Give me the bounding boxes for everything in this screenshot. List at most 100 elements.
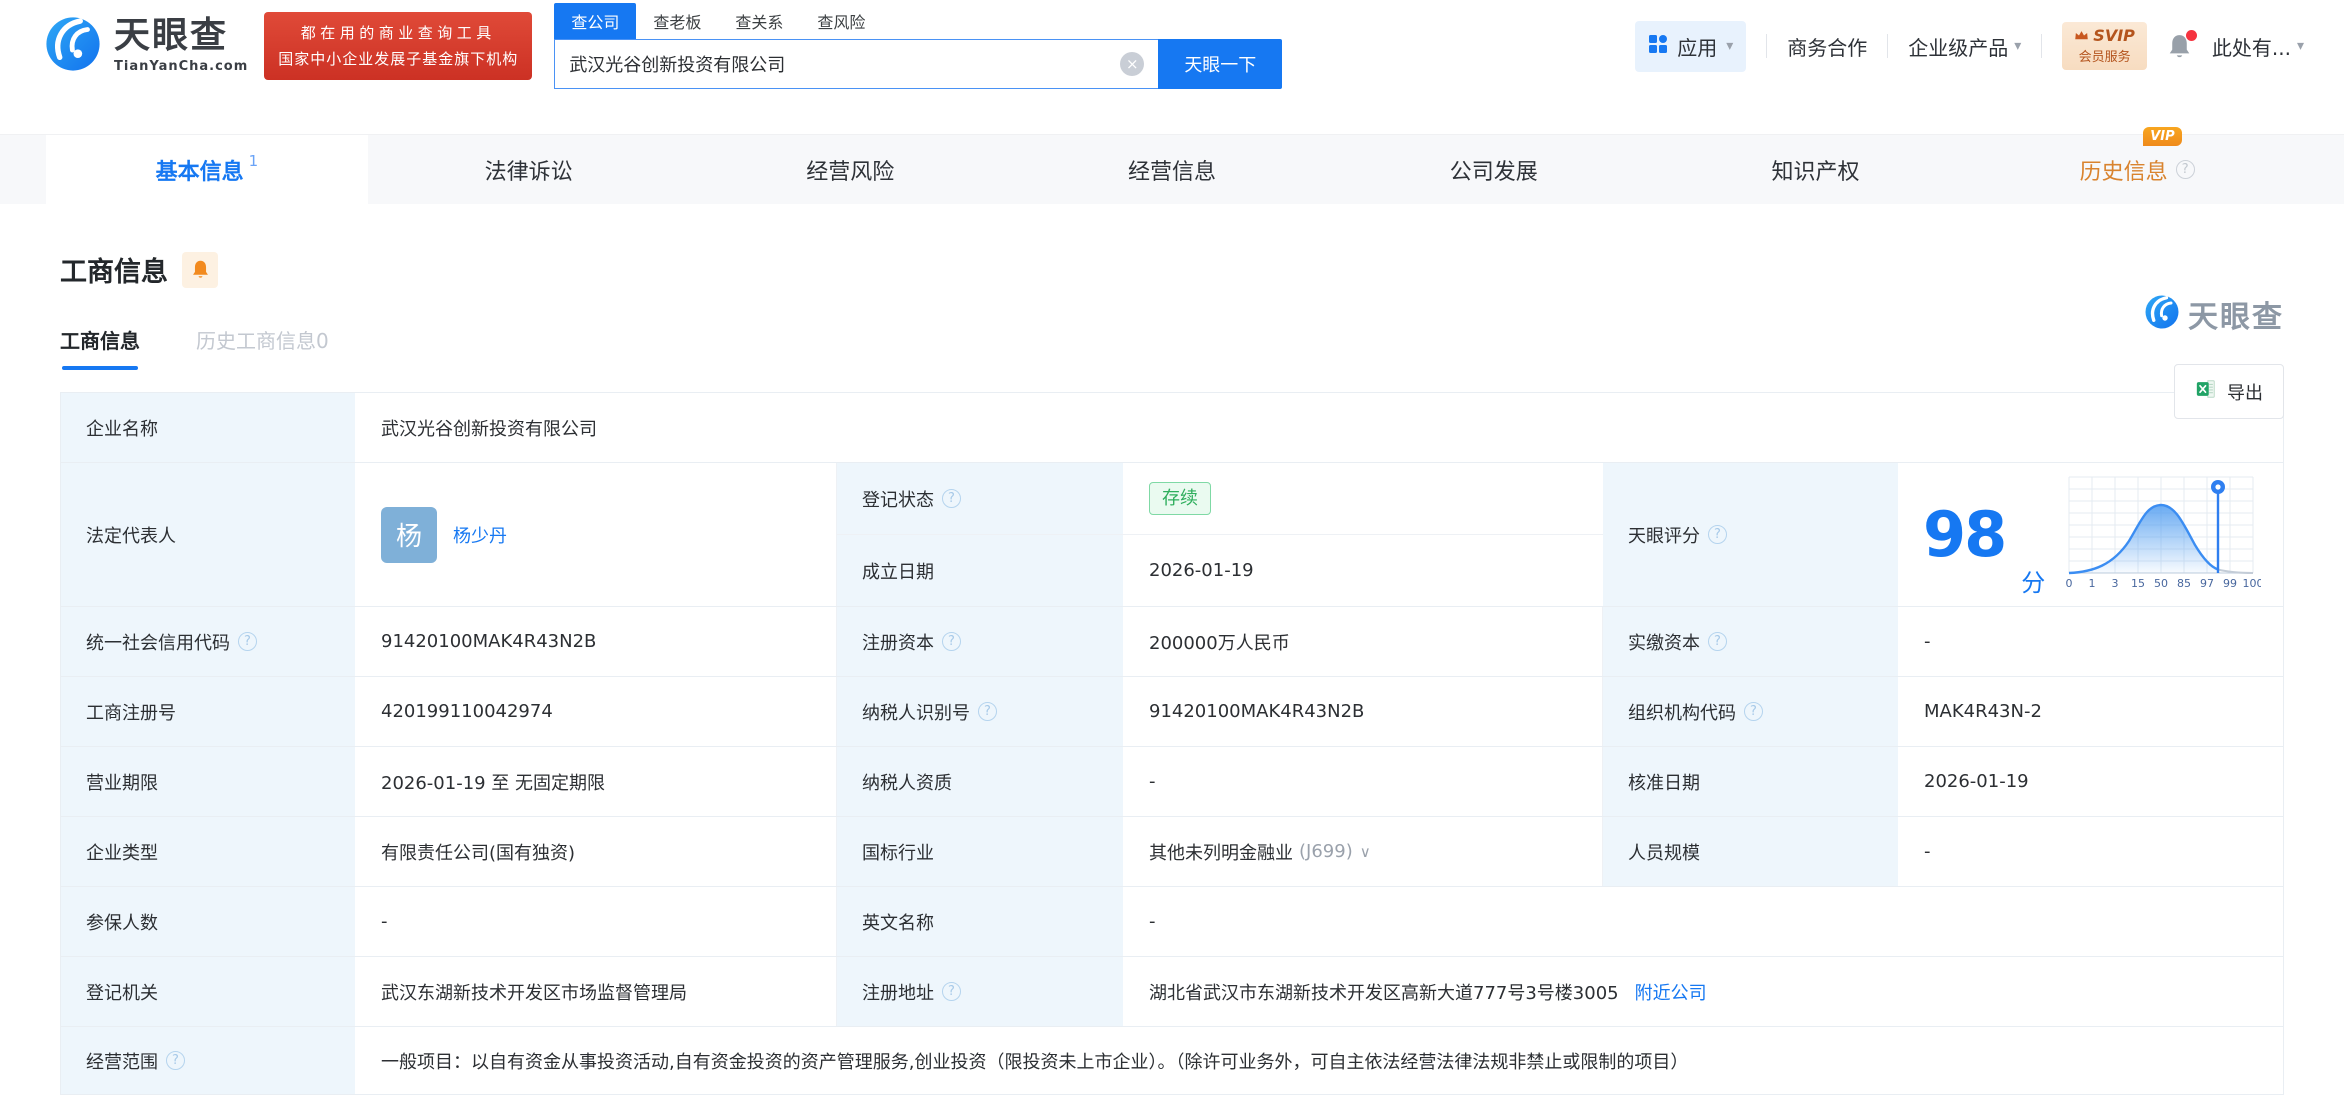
svg-text:50: 50: [2154, 577, 2168, 590]
user-account-menu[interactable]: 此处有... ▾: [2212, 32, 2304, 61]
divider: [1887, 34, 1888, 58]
tab-label: 历史信息: [2080, 154, 2168, 186]
insured-count-value: -: [356, 887, 837, 956]
notification-dot: [2186, 30, 2197, 41]
help-icon[interactable]: ?: [942, 489, 961, 508]
tab-basic-info[interactable]: 基本信息 1: [46, 135, 368, 204]
search-bar: 武汉光谷创新投资有限公司 × 天眼一下: [554, 39, 1282, 89]
page: 天眼查 TianYanCha.com 都在用的商业查询工具 国家中小企业发展子基…: [0, 0, 2344, 1112]
section-title: 工商信息: [60, 250, 168, 289]
industry-code: (J699): [1299, 841, 1353, 862]
org-code-label: 组织机构代码 ?: [1603, 677, 1899, 746]
tab-label: 知识产权: [1771, 154, 1859, 186]
clear-icon[interactable]: ×: [1120, 52, 1144, 76]
reg-authority-label: 登记机关: [61, 957, 356, 1026]
biz-label: 商务合作: [1787, 32, 1867, 61]
tab-operation-risk[interactable]: 经营风险: [689, 135, 1011, 204]
chevron-down-icon: ▾: [1726, 38, 1733, 54]
reg-address-label: 注册地址 ?: [837, 957, 1124, 1026]
help-icon[interactable]: ?: [166, 1051, 185, 1070]
est-date-value: 2026-01-19: [1124, 535, 1603, 606]
help-icon[interactable]: ?: [942, 632, 961, 651]
nav-biz-cooperation[interactable]: 商务合作: [1787, 32, 1867, 61]
chevron-down-icon: ▾: [2014, 38, 2021, 54]
score-unit: 分: [2021, 563, 2045, 598]
legal-rep-label: 法定代表人: [61, 463, 356, 606]
svg-text:1: 1: [2089, 577, 2096, 590]
english-name-value: -: [1124, 887, 2283, 956]
table-row: 企业名称 武汉光谷创新投资有限公司: [61, 393, 2283, 463]
nearby-companies-link[interactable]: 附近公司: [1635, 979, 1707, 1005]
search-tab-boss[interactable]: 查老板: [636, 3, 718, 39]
svg-text:3: 3: [2112, 577, 2119, 590]
search-input[interactable]: 武汉光谷创新投资有限公司 ×: [554, 39, 1158, 89]
help-icon[interactable]: ?: [1708, 525, 1727, 544]
score-number: 98: [1923, 504, 2005, 566]
logo-text: 天眼查 TianYanCha.com: [114, 18, 248, 74]
tab-count-badge: 1: [249, 152, 259, 170]
tab-company-development[interactable]: 公司发展: [1333, 135, 1655, 204]
tab-label: 基本信息: [156, 154, 244, 186]
logo-swirl-icon: [44, 15, 102, 77]
help-icon[interactable]: ?: [1744, 702, 1763, 721]
tab-legal-litigation[interactable]: 法律诉讼: [368, 135, 690, 204]
help-icon[interactable]: ?: [942, 982, 961, 1001]
subtab-history-business-info[interactable]: 历史工商信息0: [196, 325, 329, 354]
apps-menu[interactable]: 应用 ▾: [1635, 21, 1746, 72]
help-icon[interactable]: ?: [2176, 160, 2195, 179]
legal-rep-link[interactable]: 杨少丹: [453, 522, 507, 548]
svg-text:0: 0: [2066, 577, 2073, 590]
search-tab-relation[interactable]: 查关系: [718, 3, 800, 39]
table-row: 登记状态 ? 存续: [837, 463, 1603, 535]
help-icon[interactable]: ?: [978, 702, 997, 721]
tab-operation-info[interactable]: 经营信息: [1011, 135, 1333, 204]
staff-size-value: -: [1899, 817, 2283, 886]
apps-grid-icon: [1648, 34, 1668, 59]
brand-tagline-badge: 都在用的商业查询工具 国家中小企业发展子基金旗下机构: [264, 12, 532, 81]
search-area: 查公司 查老板 查关系 查风险 武汉光谷创新投资有限公司 × 天眼一下: [554, 3, 1282, 89]
table-row: 成立日期 2026-01-19: [837, 535, 1603, 606]
subtab-business-info[interactable]: 工商信息: [60, 325, 140, 370]
tab-intellectual-property[interactable]: 知识产权: [1655, 135, 1977, 204]
subscribe-bell-button[interactable]: [182, 252, 218, 288]
score-value[interactable]: 98 分: [1899, 463, 2283, 606]
svg-text:15: 15: [2131, 577, 2145, 590]
vip-badge: VIP: [2143, 127, 2181, 146]
search-tab-risk[interactable]: 查风险: [800, 3, 882, 39]
notification-bell-button[interactable]: [2167, 33, 2192, 60]
paid-capital-label: 实缴资本 ?: [1603, 607, 1899, 676]
reg-address-value: 湖北省武汉市东湖新技术开发区高新大道777号3号楼3005 附近公司: [1124, 957, 2283, 1026]
avatar[interactable]: 杨: [381, 507, 437, 563]
tab-history-info[interactable]: 历史信息 VIP ?: [1976, 135, 2298, 204]
reg-authority-value: 武汉东湖新技术开发区市场监督管理局: [356, 957, 837, 1026]
est-date-label: 成立日期: [837, 535, 1124, 606]
tab-label: 经营信息: [1128, 154, 1216, 186]
tianyancha-logo[interactable]: 天眼查 TianYanCha.com: [44, 15, 248, 77]
chevron-down-icon[interactable]: ∨: [1360, 843, 1371, 861]
table-row: 参保人数 - 英文名称 -: [61, 887, 2283, 957]
company-name-label: 企业名称: [61, 393, 356, 462]
svip-member-button[interactable]: SVIP 会员服务: [2062, 22, 2147, 70]
business-info-table: 企业名称 武汉光谷创新投资有限公司 法定代表人 杨 杨少丹: [60, 392, 2284, 1095]
export-button[interactable]: 导出: [2174, 364, 2284, 419]
paid-capital-value: -: [1899, 607, 2283, 676]
table-row: 经营范围 ? 一般项目：以自有资金从事投资活动,自有资金投资的资产管理服务,创业…: [61, 1027, 2283, 1095]
divider: [2041, 34, 2042, 58]
search-button[interactable]: 天眼一下: [1158, 39, 1282, 89]
table-row: 登记机关 武汉东湖新技术开发区市场监督管理局 注册地址 ? 湖北省武汉市东湖新技…: [61, 957, 2283, 1027]
svg-text:85: 85: [2177, 577, 2191, 590]
business-term-label: 营业期限: [61, 747, 356, 816]
approval-date-label: 核准日期: [1603, 747, 1899, 816]
chevron-down-icon: ▾: [2297, 38, 2304, 54]
taxpayer-id-value: 91420100MAK4R43N2B: [1124, 677, 1603, 746]
reg-capital-value: 200000万人民币: [1124, 607, 1603, 676]
section-header: 工商信息: [60, 250, 2284, 289]
help-icon[interactable]: ?: [1708, 632, 1727, 651]
apps-label: 应用: [1677, 32, 1717, 61]
nav-enterprise-products[interactable]: 企业级产品 ▾: [1908, 32, 2021, 61]
main-tabstrip: 基本信息 1 法律诉讼 经营风险 经营信息 公司发展 知识产权 历史信息 VIP…: [0, 134, 2344, 204]
business-scope-label: 经营范围 ?: [61, 1027, 356, 1094]
taxpayer-qual-label: 纳税人资质: [837, 747, 1124, 816]
search-tab-company[interactable]: 查公司: [554, 3, 636, 39]
help-icon[interactable]: ?: [238, 632, 257, 651]
